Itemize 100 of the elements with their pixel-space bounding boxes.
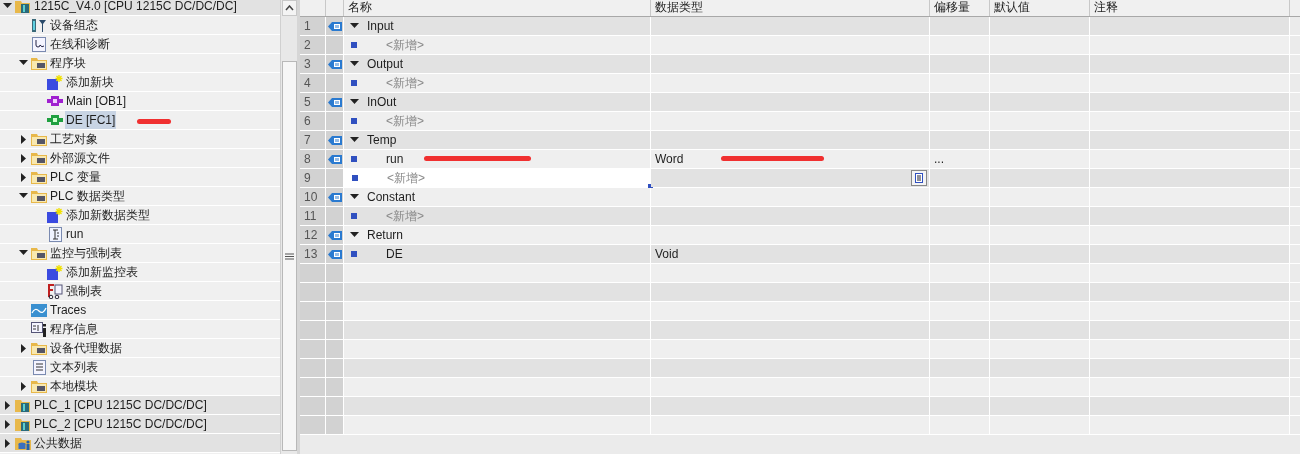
- tree-item[interactable]: 程序块: [49, 54, 87, 72]
- collapsed-arrow-icon[interactable]: [4, 400, 10, 410]
- folder-icon: [30, 56, 48, 70]
- expanded-arrow-icon[interactable]: [349, 137, 359, 143]
- tree-item[interactable]: 强制表: [65, 282, 103, 300]
- collapsed-arrow-icon[interactable]: [20, 343, 26, 353]
- folder-icon: [30, 151, 48, 165]
- collapsed-arrow-icon[interactable]: [20, 134, 26, 144]
- tree-item[interactable]: 文本列表: [49, 358, 99, 376]
- block-icon: [47, 96, 63, 106]
- expanded-arrow-icon[interactable]: [2, 3, 12, 9]
- tree-item[interactable]: Traces: [49, 301, 88, 319]
- column-header[interactable]: 偏移量: [930, 0, 990, 16]
- tree-item[interactable]: PLC 数据类型: [49, 187, 126, 205]
- tree-item[interactable]: Main [OB1]: [65, 92, 128, 110]
- collapsed-arrow-icon[interactable]: [4, 438, 10, 448]
- tree-item[interactable]: DE [FC1]: [65, 111, 117, 129]
- column-header[interactable]: 注释: [1090, 0, 1290, 16]
- row-number-cell: 2: [300, 36, 326, 54]
- add-new-icon: [47, 264, 63, 280]
- tree-item[interactable]: 本地模块: [49, 377, 99, 395]
- variable-name[interactable]: Return: [364, 226, 404, 244]
- variable-name[interactable]: Temp: [364, 131, 397, 149]
- collapsed-arrow-icon[interactable]: [20, 172, 26, 182]
- data-type-icon: [48, 226, 62, 242]
- interface-icon: [327, 97, 342, 107]
- collapsed-arrow-icon[interactable]: [4, 419, 10, 429]
- variable-name[interactable]: Input: [364, 17, 394, 35]
- data-type-cell[interactable]: Void: [651, 245, 679, 263]
- row-number-cell: 1: [300, 17, 326, 35]
- interface-icon: [327, 21, 342, 31]
- expanded-arrow-icon[interactable]: [18, 193, 28, 199]
- tree-item[interactable]: 添加新块: [65, 73, 115, 91]
- tree-item[interactable]: 工艺对象: [49, 130, 99, 148]
- variable-name[interactable]: run: [364, 150, 404, 168]
- interface-icon: [327, 154, 342, 164]
- tree-item[interactable]: 添加新数据类型: [65, 206, 151, 224]
- row-number-cell: 8: [300, 150, 326, 168]
- folder-icon: [15, 398, 31, 412]
- folder-icon: [15, 0, 31, 13]
- offset-cell-text: ...: [933, 151, 944, 168]
- bullet-icon: [351, 42, 357, 48]
- row-number-cell: 7: [300, 131, 326, 149]
- variable-name[interactable]: Constant: [364, 188, 416, 206]
- interface-icon: [327, 249, 342, 259]
- folder-icon: [30, 170, 48, 184]
- bullet-icon: [351, 213, 357, 219]
- expanded-arrow-icon[interactable]: [349, 99, 359, 105]
- variable-name[interactable]: DE: [364, 245, 403, 263]
- add-new-placeholder[interactable]: <新增>: [365, 169, 425, 187]
- interface-icon: [327, 192, 342, 202]
- row-number-cell: 4: [300, 74, 326, 92]
- folder-icon: [30, 189, 48, 203]
- tree-item[interactable]: 设备组态: [49, 16, 99, 34]
- expanded-arrow-icon[interactable]: [349, 232, 359, 238]
- row-number-cell: 9: [300, 169, 326, 187]
- tree-item[interactable]: 监控与强制表: [49, 244, 123, 262]
- variable-name[interactable]: InOut: [364, 93, 397, 111]
- data-type-cell[interactable]: Word: [651, 150, 684, 168]
- collapsed-arrow-icon[interactable]: [20, 381, 26, 391]
- row-number-cell: 3: [300, 55, 326, 73]
- bullet-icon: [352, 175, 358, 181]
- tree-item[interactable]: 公共数据: [33, 434, 83, 452]
- folder-icon: [30, 132, 48, 146]
- annotation-mark: [137, 119, 171, 124]
- row-number-cell: 6: [300, 112, 326, 130]
- tree-item[interactable]: 程序信息: [49, 320, 99, 338]
- row-number-cell: 5: [300, 93, 326, 111]
- column-header[interactable]: 数据类型: [651, 0, 930, 16]
- bullet-icon: [351, 251, 357, 257]
- list-icon: [915, 173, 923, 183]
- expanded-arrow-icon[interactable]: [18, 250, 28, 256]
- expanded-arrow-icon[interactable]: [18, 60, 28, 66]
- folder-icon: [30, 379, 48, 393]
- tree-item[interactable]: run: [65, 225, 85, 243]
- expanded-arrow-icon[interactable]: [349, 23, 359, 29]
- scroll-up-icon[interactable]: [281, 0, 297, 16]
- bullet-icon: [351, 118, 357, 124]
- collapsed-arrow-icon[interactable]: [20, 153, 26, 163]
- folder-icon: [30, 246, 48, 260]
- expanded-arrow-icon[interactable]: [349, 61, 359, 67]
- tree-item[interactable]: 在线和诊断: [49, 35, 111, 53]
- interface-icon: [327, 59, 342, 69]
- interface-icon: [327, 230, 342, 240]
- column-header[interactable]: 名称: [344, 0, 651, 16]
- trace-icon: [31, 303, 47, 317]
- tree-item[interactable]: 添加新监控表: [65, 263, 139, 281]
- row-number-cell: 11: [300, 207, 326, 225]
- list-button[interactable]: [911, 170, 927, 186]
- expanded-arrow-icon[interactable]: [349, 194, 359, 200]
- column-header[interactable]: 默认值: [990, 0, 1090, 16]
- variable-name[interactable]: Output: [364, 55, 404, 73]
- tree-item[interactable]: PLC 变量: [49, 168, 102, 186]
- interface-icon: [327, 135, 342, 145]
- scrollbar[interactable]: [280, 0, 297, 454]
- tree-item[interactable]: 外部源文件: [49, 149, 111, 167]
- bullet-icon: [351, 80, 357, 86]
- scroll-thumb[interactable]: [281, 61, 297, 451]
- folder-icon: [15, 417, 31, 431]
- tree-item[interactable]: 设备代理数据: [49, 339, 123, 357]
